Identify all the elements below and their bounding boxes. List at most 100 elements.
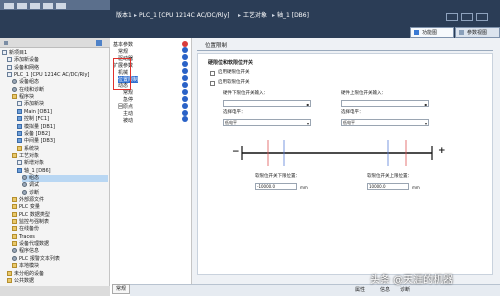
tree-item[interactable]: PLC 变量 (12, 204, 108, 211)
gear-icon (12, 255, 17, 261)
browse-icon[interactable]: ▪ (424, 102, 427, 106)
tree-item[interactable]: Traces (12, 233, 108, 241)
editor-tab[interactable] (30, 3, 40, 9)
low-level-label: 选择电平： (223, 110, 246, 115)
tree-item[interactable]: 系统块 (17, 145, 108, 153)
chevron-down-icon: ▾ (306, 121, 309, 126)
folder-icon (12, 226, 17, 232)
tree-item[interactable]: 中间量 [DB3] (17, 138, 108, 145)
tree-item[interactable]: 本地模块 (12, 263, 108, 270)
tab-parameter-view[interactable]: 参数视图 (455, 27, 500, 38)
tree-item[interactable]: PLC_1 [CPU 1214C AC/DC/Rly] (7, 72, 108, 79)
tree-item[interactable]: PLC 数据类型 (12, 211, 108, 219)
tree-item[interactable]: 添加新块 (17, 101, 108, 108)
tree-item-label: 调试 (29, 182, 40, 189)
folder-icon (12, 197, 17, 202)
minimize-button[interactable] (446, 13, 458, 21)
editor-tab[interactable] (17, 3, 27, 9)
gear-icon (12, 79, 17, 85)
tree-item[interactable]: 控制 [FC1] (17, 116, 108, 123)
tree-item[interactable]: 设备组态 (12, 79, 108, 86)
breadcrumb-separator: ▸ (134, 12, 138, 19)
tab-function-view[interactable]: 功能图 (410, 27, 454, 38)
parameter-view-icon (459, 30, 464, 35)
ok-status-icon (182, 81, 188, 88)
tree-item[interactable]: Main [OB1] (17, 108, 108, 116)
browse-icon[interactable]: ▪ (306, 102, 309, 106)
tree-item[interactable]: 设备和网络 (7, 64, 108, 72)
tree-item[interactable]: 模拟量 [DB1] (17, 123, 108, 131)
tree-item-label: Traces (19, 233, 35, 240)
tree-item-label: 添加新块 (24, 101, 45, 108)
tree-item[interactable]: 在线和诊断 (12, 86, 108, 94)
editor-tab[interactable] (4, 3, 14, 9)
enable-sw-limit-checkbox[interactable] (210, 81, 215, 86)
tab-function-view-label: 功能图 (422, 30, 438, 36)
tree-item[interactable]: 监控与强制表 (12, 219, 108, 226)
tree-item[interactable]: 添加新设备 (7, 57, 108, 64)
editor-tab[interactable] (56, 3, 66, 9)
low-level-select[interactable]: 低电平 ▾ (223, 119, 311, 126)
tree-item-label: 设备组态 (19, 79, 40, 86)
sw-low-limit-label: 软限位开关下限位置： (255, 174, 300, 179)
tree-item[interactable]: 未分组的设备 (7, 270, 108, 278)
tree-item-label: 设备和网络 (14, 64, 40, 71)
section-header: 位置限制 (197, 42, 493, 51)
add-icon (7, 57, 12, 63)
breadcrumb-axis[interactable]: 轴_1 [DB6] (277, 13, 309, 19)
folder-icon (7, 270, 12, 276)
low-level-value: 低电平 (225, 120, 237, 125)
minus-icon: − (232, 147, 240, 157)
sw-high-limit-input[interactable]: 10000.0 (367, 183, 409, 190)
tree-item[interactable]: 新增对象 (17, 160, 108, 167)
tree-item[interactable]: PLC 报警文本列表 (12, 255, 108, 263)
folder-icon (17, 145, 22, 151)
editor-tab[interactable] (43, 3, 53, 9)
tree-item-label: 公共数据 (14, 277, 35, 284)
ok-status-icon (182, 109, 188, 116)
tree-item[interactable]: 设备 [DB2] (17, 130, 108, 138)
hw-low-limit-input[interactable]: ▪ (223, 100, 311, 107)
tree-item[interactable]: 外部源文件 (12, 197, 108, 204)
breadcrumb-plc[interactable]: PLC_1 [CPU 1214C AC/DC/Rly] (139, 13, 229, 19)
nav-item[interactable]: 被动 (123, 117, 133, 124)
add-icon (17, 101, 22, 107)
folder-icon (12, 263, 17, 269)
title-bar: 版本1 ▸ PLC_1 [CPU 1214C AC/DC/Rly] ▸ 工艺对象… (0, 0, 500, 38)
tree-item[interactable]: 组态 (22, 174, 108, 182)
tab-general[interactable]: 常规 (112, 284, 130, 294)
high-level-select[interactable]: 低电平 ▾ (341, 119, 429, 126)
axis-range-diagram (241, 140, 433, 166)
tree-item[interactable]: 程序信息 (12, 248, 108, 255)
tree-item-label: 在线和诊断 (19, 86, 45, 93)
sw-low-unit: mm (300, 185, 308, 190)
editor-tab-strip (0, 0, 110, 10)
block-icon (17, 130, 22, 136)
block-icon (17, 108, 22, 114)
high-level-value: 低电平 (343, 120, 355, 125)
tree-item[interactable]: 工艺对象 (12, 152, 108, 160)
tree-toolbar-icon[interactable] (4, 41, 8, 45)
hw-high-limit-label: 硬件上限位开关输入： (341, 91, 386, 96)
hw-high-limit-input[interactable]: ▪ (341, 100, 429, 107)
breadcrumb-project[interactable]: 版本1 (116, 13, 132, 19)
tree-item[interactable]: 公共数据 (7, 277, 108, 285)
breadcrumb-techobj[interactable]: 工艺对象 (243, 13, 267, 19)
enable-hw-limit-checkbox[interactable] (210, 71, 215, 76)
plus-icon: + (438, 146, 446, 156)
tree-item[interactable]: 诊断 (22, 189, 108, 197)
tree-item[interactable]: 轴_1 [DB6] (17, 167, 108, 175)
folder-icon (12, 211, 17, 217)
sw-high-limit-label: 软限位开关上限位置： (367, 174, 412, 179)
tree-item-label: 添加新设备 (14, 57, 40, 64)
tree-item[interactable]: 调试 (22, 182, 108, 189)
restore-button[interactable] (476, 13, 488, 21)
chevron-down-icon: ▾ (424, 121, 427, 126)
maximize-button[interactable] (461, 13, 473, 21)
ok-status-icon (182, 88, 188, 95)
tree-item[interactable]: 新项目1 (2, 50, 108, 57)
tree-toolbar-icon[interactable] (96, 40, 102, 46)
sw-low-limit-input[interactable]: -10000.0 (255, 183, 297, 190)
tree-item[interactable]: 在线备份 (12, 226, 108, 233)
block-icon (17, 123, 22, 129)
